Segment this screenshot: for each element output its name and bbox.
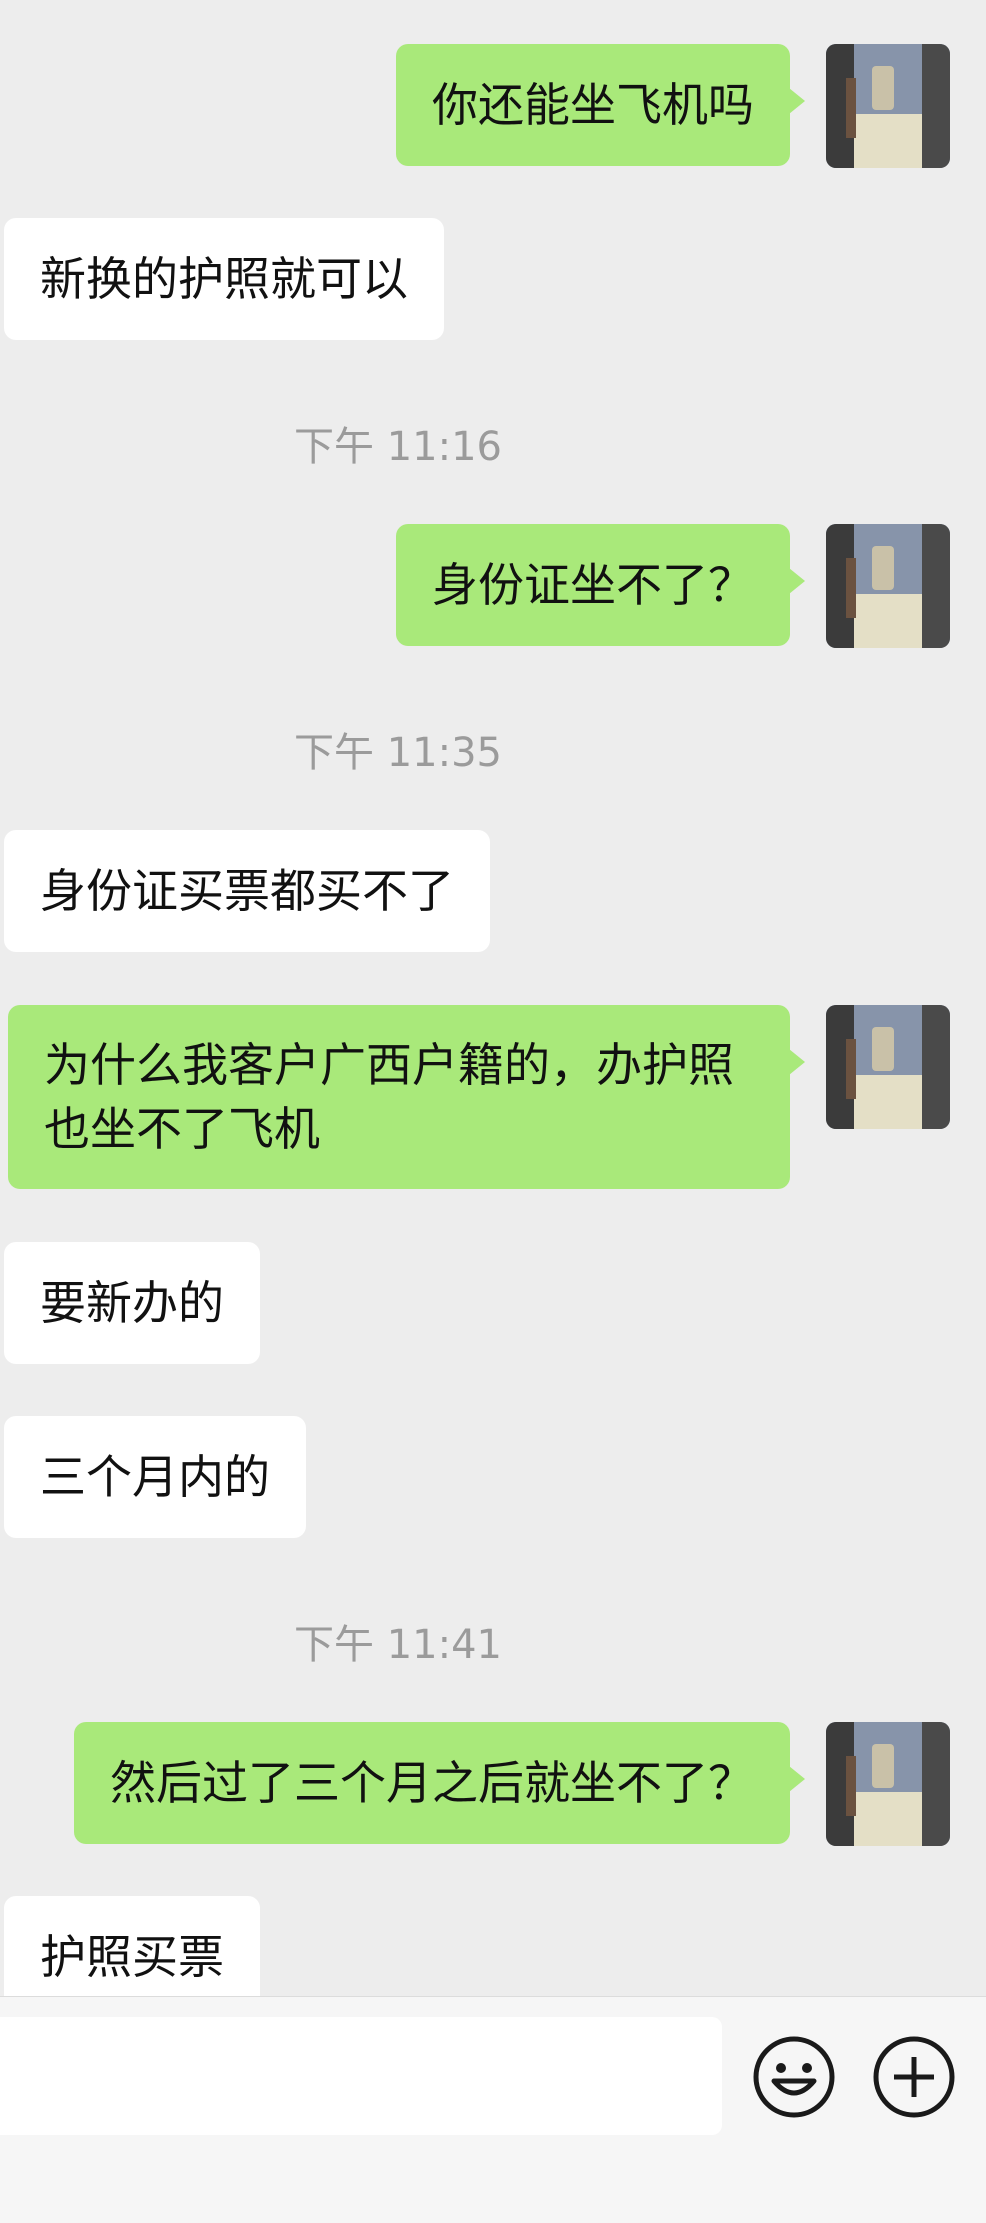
message-timestamp: 下午 11:16 [294,424,502,470]
user-avatar[interactable] [826,524,950,648]
outgoing-message-bubble[interactable]: 然后过了三个月之后就坐不了？ [74,1722,805,1844]
user-avatar[interactable] [826,1722,950,1846]
message-list[interactable]: 你还能坐飞机吗 新换的护照就可以 下午 11:16 身份证坐不了？ 下午 11:… [0,0,986,1996]
message-input-bar [0,1996,986,2223]
smiley-face-icon [753,2036,835,2118]
more-options-button[interactable] [872,2035,956,2119]
incoming-message-bubble[interactable]: 新换的护照就可以 [4,218,444,340]
message-text-input[interactable] [0,2017,722,2135]
plus-circle-icon [873,2036,955,2118]
incoming-message-bubble[interactable]: 要新办的 [4,1242,260,1364]
incoming-message-bubble[interactable]: 身份证买票都买不了 [4,830,490,952]
outgoing-message-bubble[interactable]: 身份证坐不了？ [396,524,805,646]
outgoing-message-bubble[interactable]: 你还能坐飞机吗 [396,44,805,166]
emoji-button[interactable] [752,2035,836,2119]
incoming-message-bubble[interactable]: 三个月内的 [4,1416,306,1538]
avatar-photo-icon [826,524,950,648]
chat-screen: 你还能坐飞机吗 新换的护照就可以 下午 11:16 身份证坐不了？ 下午 11:… [0,0,986,2223]
avatar-photo-icon [826,1722,950,1846]
user-avatar[interactable] [826,1005,950,1129]
message-timestamp: 下午 11:41 [294,1622,502,1668]
message-timestamp: 下午 11:35 [294,730,502,776]
user-avatar[interactable] [826,44,950,168]
outgoing-message-bubble[interactable]: 为什么我客户广西户籍的，办护照也坐不了飞机 [8,1005,805,1189]
incoming-message-bubble[interactable]: 护照买票 [4,1896,260,1996]
avatar-photo-icon [826,1005,950,1129]
avatar-photo-icon [826,44,950,168]
